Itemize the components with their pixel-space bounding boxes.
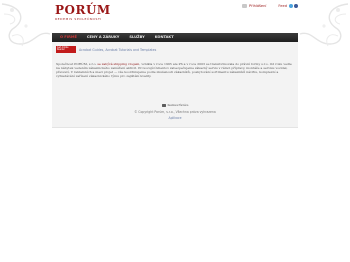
feed-label: Feed bbox=[278, 4, 287, 8]
nav-item-o-firme[interactable]: O FIRMĚ bbox=[55, 33, 82, 42]
logo-subtitle: REDEMIS SPOLEČNOSTI bbox=[55, 17, 102, 21]
top-links: Přihlášení Feed bbox=[242, 4, 298, 8]
acrobat-badge[interactable]: Get Adobe Reader bbox=[56, 46, 76, 53]
header: PORÚM REDEMIS SPOLEČNOSTI Přihlášení Fee… bbox=[0, 0, 350, 34]
twitter-icon[interactable] bbox=[289, 4, 293, 8]
company-description: Společnost PORÚM, s.r.o. se zabývá shipp… bbox=[56, 62, 294, 78]
nav-item-sluzby[interactable]: SLUŽBY bbox=[124, 33, 149, 42]
main-navigation: O FIRMĚ CENY A ZÁRUKY SLUŽBY KONTAKT bbox=[52, 33, 298, 42]
facebook-icon[interactable] bbox=[294, 4, 298, 8]
nav-item-kontakt[interactable]: KONTAKT bbox=[150, 33, 179, 42]
social-icons bbox=[289, 4, 298, 8]
acrobat-links[interactable]: Acrobat Guides, Acrobat Tutorials and Te… bbox=[79, 48, 156, 52]
login-label: Přihlášení bbox=[249, 4, 267, 8]
footer-logo-text: Realizace Přeměna bbox=[167, 104, 189, 107]
acrobat-row: Get Adobe Reader Acrobat Guides, Acrobat… bbox=[56, 46, 156, 53]
logo-title: PORÚM bbox=[55, 3, 111, 17]
lock-icon bbox=[242, 4, 247, 8]
login-link[interactable]: Přihlášení bbox=[242, 4, 266, 8]
footer: Realizace Přeměna © Copyright Porúm, s.r… bbox=[52, 104, 298, 120]
footer-copyright: © Copyright Porúm, s.r.o., Všechna práva… bbox=[134, 110, 216, 114]
nav-item-ceny[interactable]: CENY A ZÁRUKY bbox=[82, 33, 124, 42]
footer-link[interactable]: Aplikace bbox=[52, 116, 298, 120]
site-logo[interactable]: PORÚM REDEMIS SPOLEČNOSTI bbox=[55, 4, 125, 21]
footer-logo[interactable]: Realizace Přeměna bbox=[52, 104, 298, 107]
footer-logo-icon bbox=[161, 104, 166, 107]
feed-link[interactable]: Feed bbox=[278, 4, 298, 8]
